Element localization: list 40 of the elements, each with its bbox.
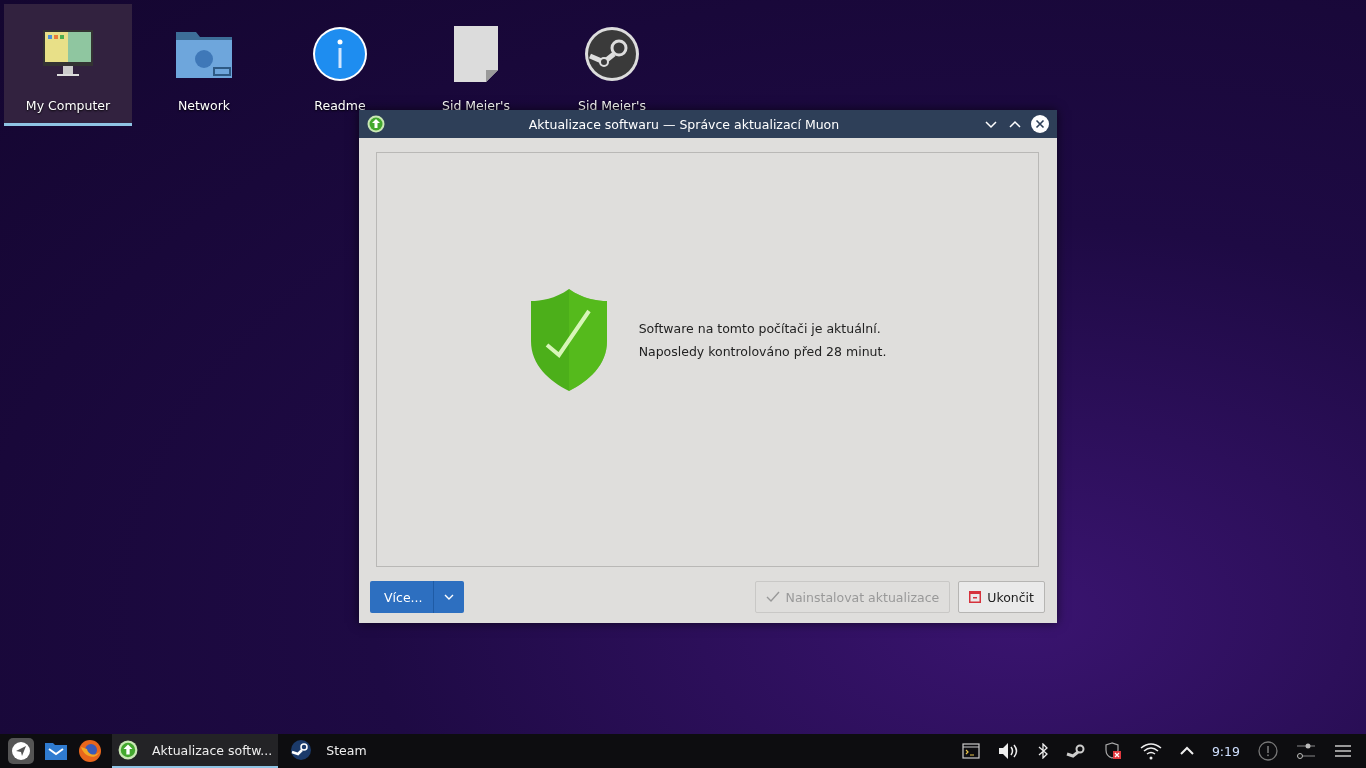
caret-icon <box>443 594 454 600</box>
icon-label: Sid Meier's <box>577 98 646 113</box>
shield-error-icon[interactable] <box>1103 742 1122 760</box>
quit-icon <box>969 591 982 603</box>
terminal-icon[interactable] <box>961 743 980 759</box>
menu-icon[interactable] <box>1334 743 1352 759</box>
sliders-icon[interactable] <box>1296 742 1316 760</box>
status-text: Software na tomto počítači je aktuální. <box>638 320 882 336</box>
bluetooth-icon[interactable] <box>1037 743 1048 759</box>
steam-icon <box>584 26 640 82</box>
update-arrow-icon <box>118 740 138 760</box>
steam-icon[interactable] <box>1065 743 1086 759</box>
icon-label: Readme <box>314 98 366 113</box>
status-text: Naposledy kontrolováno před 28 minut. <box>638 343 887 359</box>
desktop-icon[interactable]: Network <box>140 4 268 126</box>
taskbar-task[interactable]: Aktualizace softw... <box>112 734 279 768</box>
notification-icon[interactable] <box>1258 741 1278 761</box>
task-label: Steam <box>326 742 367 758</box>
wifi-icon[interactable] <box>1139 742 1162 760</box>
info-icon <box>312 26 368 82</box>
close-icon[interactable] <box>1031 115 1049 133</box>
desktop-icon[interactable]: Readme <box>276 4 404 126</box>
icon-label: My Computer <box>25 98 111 113</box>
browser-icon[interactable] <box>78 739 102 763</box>
window-title: Aktualizace softwaru — Správce aktualizací Muon <box>527 116 841 132</box>
desktop-icon[interactable]: My Computer <box>4 4 132 126</box>
taskbar-task[interactable]: Steam <box>284 734 373 768</box>
task-label: Aktualizace softw... <box>152 742 273 758</box>
update-arrow-icon <box>367 115 385 133</box>
volume-icon[interactable] <box>997 742 1020 760</box>
mail-folder-icon[interactable] <box>44 741 68 761</box>
clock[interactable]: 9:19 <box>1211 743 1240 759</box>
more-button[interactable]: Více... <box>370 581 464 613</box>
quit-button[interactable]: Ukončit <box>958 581 1045 613</box>
app-menu-icon[interactable] <box>8 738 34 764</box>
steam-icon <box>290 739 313 761</box>
icon-label: Sid Meier's <box>441 98 510 113</box>
icon-label: Network <box>177 98 231 113</box>
shield-check-icon <box>528 286 609 393</box>
check-icon <box>765 591 780 603</box>
